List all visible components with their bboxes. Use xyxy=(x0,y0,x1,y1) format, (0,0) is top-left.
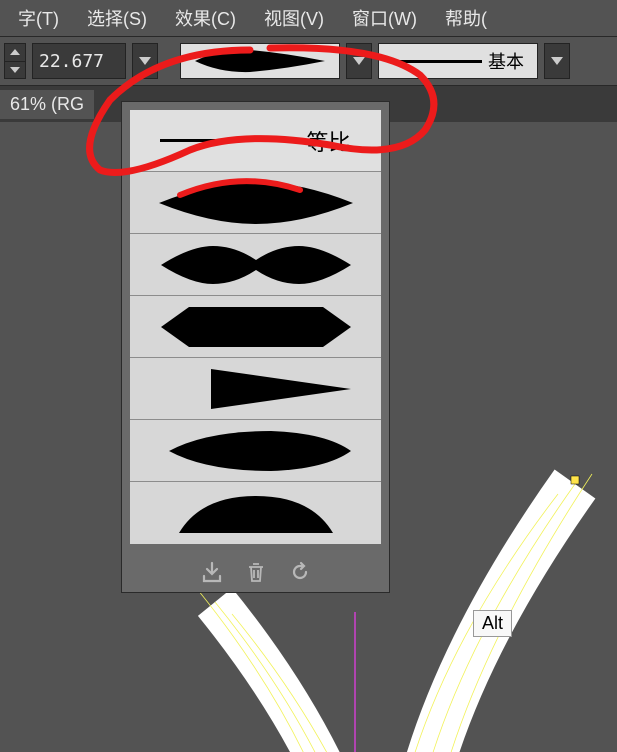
profile-3[interactable] xyxy=(130,296,381,358)
profile-1[interactable] xyxy=(130,172,381,234)
profile-2-preview xyxy=(151,240,361,290)
menu-type[interactable]: 字(T) xyxy=(4,1,73,35)
width-profile-panel: 等比 xyxy=(121,101,390,593)
profile-5[interactable] xyxy=(130,420,381,482)
reset-profile-icon[interactable] xyxy=(289,561,311,583)
profile-uniform[interactable]: 等比 xyxy=(130,110,381,172)
stepper-down-icon[interactable] xyxy=(5,62,25,79)
profile-6[interactable] xyxy=(130,482,381,544)
width-profile-dropdown[interactable] xyxy=(346,43,372,79)
profile-5-preview xyxy=(151,426,361,476)
profile-uniform-label: 等比 xyxy=(306,125,350,157)
stepper-up-icon[interactable] xyxy=(5,44,25,62)
menu-help[interactable]: 帮助( xyxy=(431,1,501,35)
stroke-width-dropdown[interactable] xyxy=(132,43,158,79)
options-bar: 基本 xyxy=(0,36,617,86)
brush-preview-line xyxy=(392,60,482,63)
brush-label: 基本 xyxy=(488,48,524,74)
brush-dropdown[interactable] xyxy=(544,43,570,79)
width-profile-list: 等比 xyxy=(130,110,381,544)
menu-view[interactable]: 视图(V) xyxy=(250,1,338,35)
alt-key-tooltip: Alt xyxy=(473,610,512,637)
delete-profile-icon[interactable] xyxy=(245,561,267,583)
profile-4-preview xyxy=(151,364,361,414)
profile-uniform-preview xyxy=(160,139,290,142)
menu-select[interactable]: 选择(S) xyxy=(73,1,161,35)
width-profile-footer xyxy=(122,552,389,592)
profile-3-preview xyxy=(151,302,361,352)
profile-4[interactable] xyxy=(130,358,381,420)
document-tab[interactable]: 61% (RG xyxy=(0,90,94,119)
save-profile-icon[interactable] xyxy=(201,561,223,583)
profile-1-preview xyxy=(151,178,361,228)
menu-effect[interactable]: 效果(C) xyxy=(161,1,250,35)
menu-bar: 字(T) 选择(S) 效果(C) 视图(V) 窗口(W) 帮助( xyxy=(0,0,617,36)
profile-2[interactable] xyxy=(130,234,381,296)
brush-swatch[interactable]: 基本 xyxy=(378,43,538,79)
menu-window[interactable]: 窗口(W) xyxy=(338,1,431,35)
width-profile-swatch[interactable] xyxy=(180,43,340,79)
stroke-width-stepper[interactable] xyxy=(4,43,26,79)
profile-6-preview xyxy=(151,488,361,538)
stroke-width-input[interactable] xyxy=(32,43,126,79)
